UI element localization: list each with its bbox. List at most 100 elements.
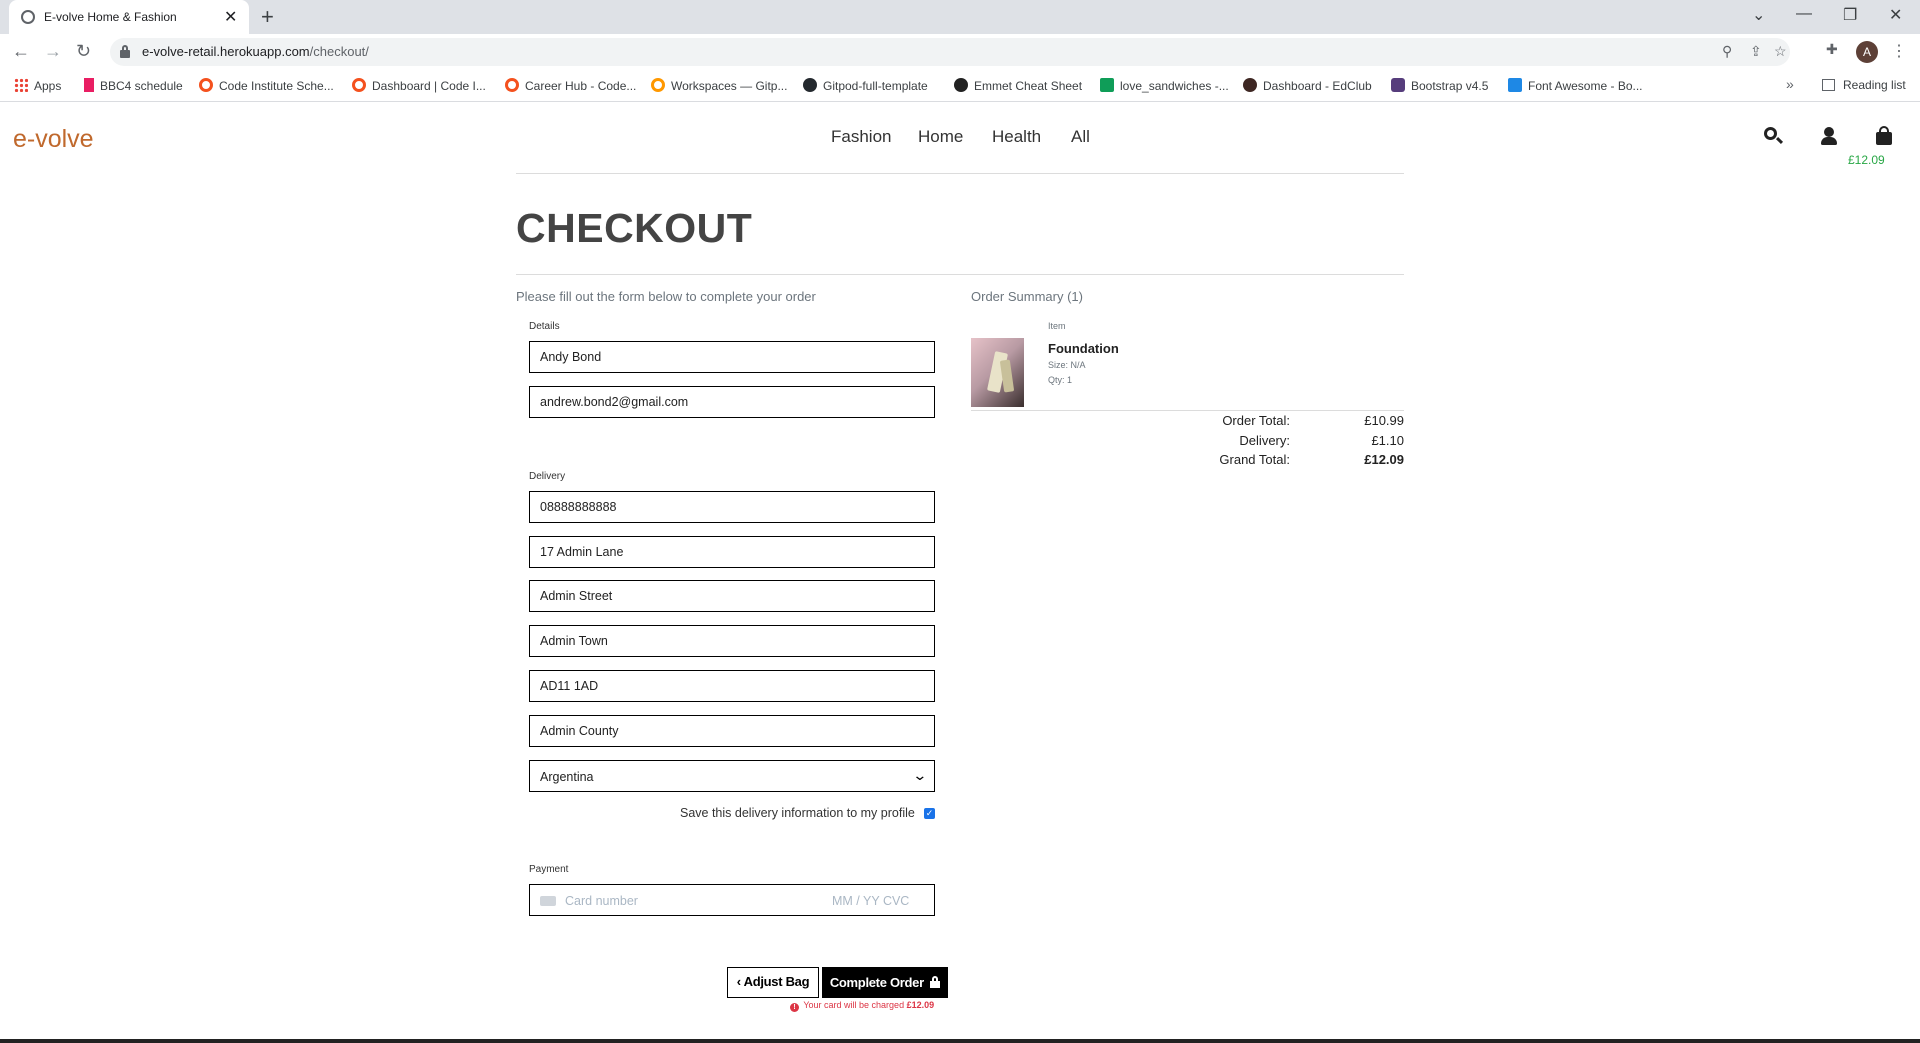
share-icon[interactable]: ⇪ bbox=[1750, 43, 1762, 60]
nav-fashion[interactable]: Fashion bbox=[831, 127, 891, 147]
full-name-input[interactable] bbox=[529, 341, 935, 373]
reload-icon[interactable]: ↻ bbox=[76, 41, 91, 62]
save-info-label[interactable]: Save this delivery information to my pro… bbox=[680, 806, 915, 820]
card-element[interactable]: Card number MM / YY CVC bbox=[529, 884, 935, 916]
new-tab-button[interactable]: + bbox=[261, 4, 274, 30]
bag-total[interactable]: £12.09 bbox=[1848, 153, 1885, 167]
delivery-legend: Delivery bbox=[529, 471, 566, 482]
product-qty: Qty: 1 bbox=[1048, 375, 1073, 385]
exclamation-circle-icon: ! bbox=[790, 1003, 799, 1012]
email-input[interactable] bbox=[529, 386, 935, 418]
search-icon[interactable] bbox=[1762, 125, 1784, 147]
charge-warning: ! Your card will be charged £12.09 bbox=[790, 1000, 934, 1012]
order-total-value: £10.99 bbox=[1364, 413, 1404, 428]
phone-input[interactable] bbox=[529, 491, 935, 523]
back-icon[interactable]: ← bbox=[12, 41, 30, 62]
bookmark-love-sandwiches[interactable]: love_sandwiches -... bbox=[1100, 78, 1229, 93]
summary-divider bbox=[971, 410, 1404, 411]
nav-all[interactable]: All bbox=[1071, 127, 1090, 147]
payment-legend: Payment bbox=[529, 864, 569, 875]
header-divider bbox=[516, 173, 1404, 174]
country-select-value: Argentina bbox=[540, 770, 594, 784]
bookmark-emmet[interactable]: Emmet Cheat Sheet bbox=[954, 78, 1082, 93]
card-expiry-cvc-placeholder: MM / YY CVC bbox=[832, 894, 910, 908]
adjust-bag-label: Adjust Bag bbox=[743, 974, 810, 989]
browser-tabstrip: E-volve Home & Fashion ✕ + ⌄ — ❐ ✕ bbox=[0, 0, 1920, 34]
save-info-checkbox[interactable]: ✓ bbox=[924, 808, 935, 819]
emmet-icon bbox=[954, 78, 968, 92]
zoom-icon[interactable]: ⚲ bbox=[1722, 43, 1732, 60]
postcode-input[interactable] bbox=[529, 670, 935, 702]
tab-title: E-volve Home & Fashion bbox=[44, 10, 177, 24]
grand-total-label: Grand Total: bbox=[1219, 452, 1290, 467]
globe-icon bbox=[21, 10, 35, 24]
bookmark-bbc4[interactable]: BBC4 schedule bbox=[84, 78, 183, 93]
nav-home[interactable]: Home bbox=[918, 127, 963, 147]
chevron-left-icon: ‹ bbox=[736, 974, 741, 989]
code-institute-icon bbox=[352, 78, 366, 92]
grand-total-value: £12.09 bbox=[1364, 452, 1404, 467]
bookmark-career-hub[interactable]: Career Hub - Code... bbox=[505, 78, 636, 93]
bookmark-font-awesome[interactable]: Font Awesome - Bo... bbox=[1508, 78, 1643, 93]
product-name: Foundation bbox=[1048, 341, 1119, 356]
minimize-icon[interactable]: — bbox=[1796, 5, 1812, 23]
site-header: e-volve Fashion Home Health All £12.09 bbox=[0, 103, 1920, 173]
chevron-down-icon: ⌄ bbox=[912, 767, 928, 783]
forward-icon[interactable]: → bbox=[44, 41, 62, 62]
charge-warning-text: Your card will be charged bbox=[803, 1000, 905, 1010]
title-divider bbox=[516, 274, 1404, 275]
tab-search-icon[interactable]: ⌄ bbox=[1752, 5, 1765, 25]
font-awesome-icon bbox=[1508, 78, 1522, 92]
shopping-bag-icon[interactable] bbox=[1873, 125, 1895, 147]
tab-close-icon[interactable]: ✕ bbox=[224, 7, 237, 27]
lock-icon bbox=[930, 976, 941, 988]
footer-edge bbox=[0, 1039, 1920, 1043]
adjust-bag-button[interactable]: ‹ Adjust Bag bbox=[727, 967, 819, 998]
bookmark-workspaces[interactable]: Workspaces — Gitp... bbox=[651, 78, 787, 93]
bookmark-gitpod-template[interactable]: Gitpod-full-template bbox=[803, 78, 928, 93]
town-input[interactable] bbox=[529, 625, 935, 657]
site-logo[interactable]: e-volve bbox=[13, 125, 94, 154]
github-icon bbox=[803, 78, 817, 92]
nav-health[interactable]: Health bbox=[992, 127, 1041, 147]
country-select[interactable]: Argentina ⌄ bbox=[529, 760, 935, 792]
order-total-label: Order Total: bbox=[1222, 413, 1290, 428]
street-address2-input[interactable] bbox=[529, 580, 935, 612]
complete-order-button[interactable]: Complete Order bbox=[822, 967, 948, 998]
account-icon[interactable] bbox=[1818, 125, 1840, 147]
sheets-icon bbox=[1100, 78, 1114, 92]
reading-list-icon bbox=[1822, 79, 1835, 91]
code-institute-icon bbox=[505, 78, 519, 92]
lock-icon[interactable] bbox=[120, 45, 130, 58]
reading-list-button[interactable]: Reading list bbox=[1822, 78, 1906, 92]
gitpod-icon bbox=[651, 78, 665, 92]
item-column-header: Item bbox=[1048, 321, 1066, 331]
address-bar[interactable]: e-volve-retail.herokuapp.com/checkout/ ⚲… bbox=[110, 38, 1790, 66]
credit-card-icon bbox=[540, 896, 556, 906]
delivery-value: £1.10 bbox=[1371, 433, 1404, 448]
extensions-icon[interactable]: ✚ bbox=[1826, 41, 1838, 58]
bookmark-dashboard-code[interactable]: Dashboard | Code I... bbox=[352, 78, 486, 93]
edclub-icon bbox=[1243, 78, 1257, 92]
browser-tab[interactable]: E-volve Home & Fashion ✕ bbox=[9, 0, 249, 34]
restore-icon[interactable]: ❐ bbox=[1843, 5, 1857, 25]
bookmark-edclub[interactable]: Dashboard - EdClub bbox=[1243, 78, 1372, 93]
bookmarks-overflow-icon[interactable]: » bbox=[1786, 76, 1794, 92]
county-input[interactable] bbox=[529, 715, 935, 747]
complete-order-label: Complete Order bbox=[829, 975, 924, 990]
browser-toolbar: ← → ↻ e-volve-retail.herokuapp.com/check… bbox=[0, 34, 1920, 70]
charge-amount: £12.09 bbox=[906, 1000, 935, 1010]
card-number-placeholder: Card number bbox=[565, 894, 638, 908]
street-address1-input[interactable] bbox=[529, 536, 935, 568]
bookmark-apps[interactable]: Apps bbox=[14, 78, 61, 93]
bookmark-code-institute[interactable]: Code Institute Sche... bbox=[199, 78, 334, 93]
details-legend: Details bbox=[529, 321, 560, 332]
window-close-icon[interactable]: ✕ bbox=[1889, 5, 1902, 25]
bookmark-bootstrap[interactable]: Bootstrap v4.5 bbox=[1391, 78, 1488, 93]
url-text[interactable]: e-volve-retail.herokuapp.com/checkout/ bbox=[142, 44, 369, 59]
bookmark-star-icon[interactable]: ☆ bbox=[1774, 43, 1787, 60]
browser-menu-icon[interactable]: ⋮ bbox=[1891, 41, 1907, 61]
profile-avatar[interactable]: A bbox=[1856, 41, 1878, 63]
apps-grid-icon bbox=[14, 78, 28, 92]
bookmarks-bar: Apps BBC4 schedule Code Institute Sche..… bbox=[0, 70, 1920, 102]
